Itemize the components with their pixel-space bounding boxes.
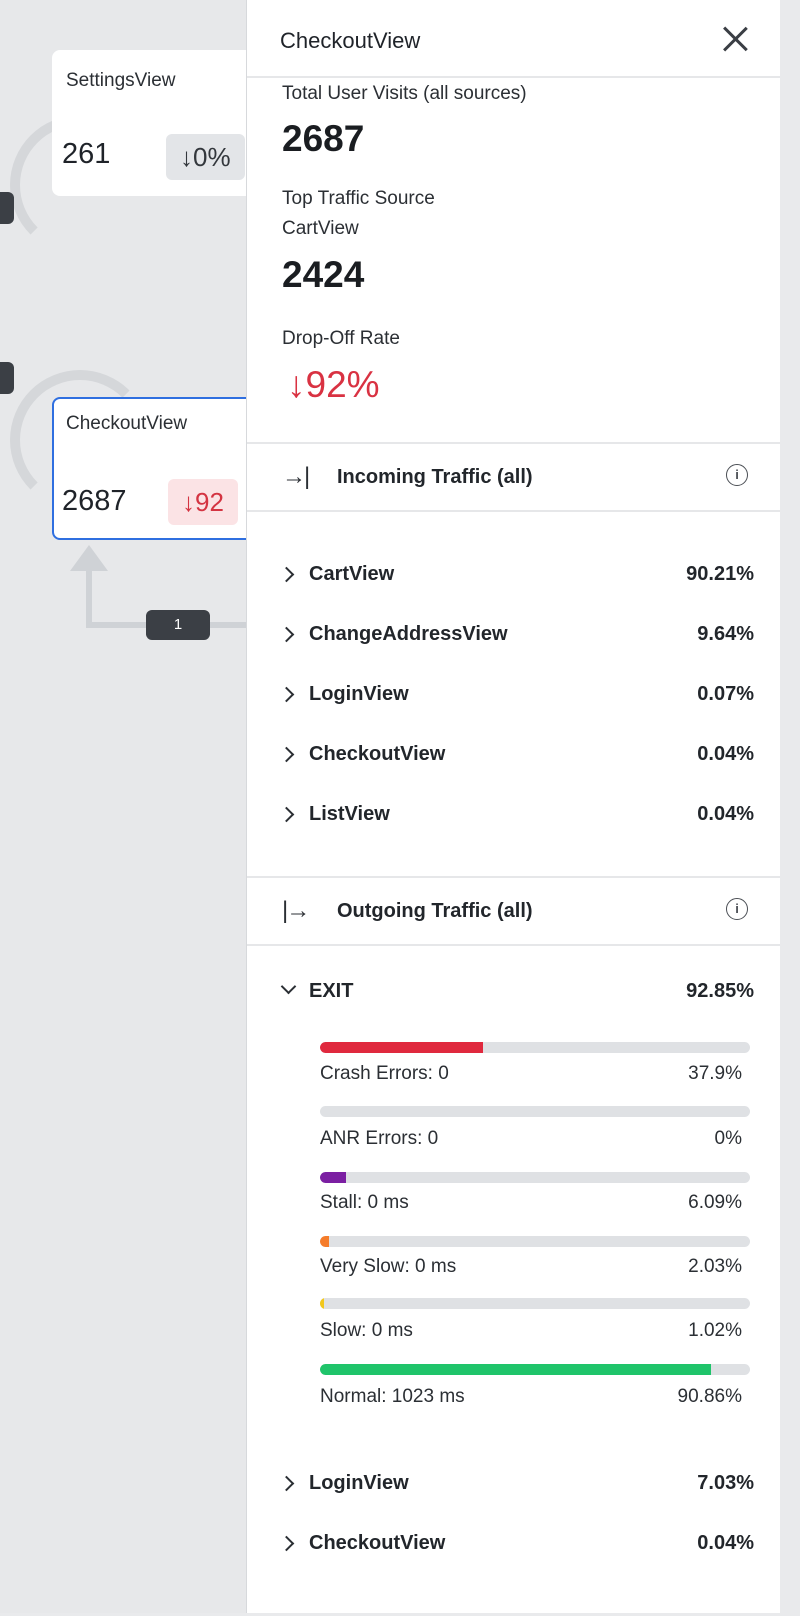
outgoing-traffic-list: EXIT 92.85% Crash Errors: 0 37.9% ANR Er… [247, 946, 780, 1616]
breakdown-percent: 2.03% [688, 1256, 742, 1277]
source-name: ListView [309, 803, 390, 825]
source-name: ChangeAddressView [309, 623, 508, 645]
source-name: LoginView [309, 683, 409, 705]
anr-errors-bar [320, 1106, 750, 1117]
bar-fill [320, 1236, 329, 1247]
stats-summary: Total User Visits (all sources) 2687 Top… [247, 78, 780, 444]
destination-percent: 92.85% [686, 980, 754, 1002]
list-item[interactable]: LoginView 7.03% [247, 1458, 780, 1508]
chevron-right-icon [278, 1475, 295, 1492]
incoming-traffic-title: Incoming Traffic (all) [337, 466, 533, 488]
chevron-right-icon [278, 806, 295, 823]
destination-name: CheckoutView [309, 1532, 446, 1554]
info-icon[interactable]: i [726, 464, 748, 486]
node-count: 2687 [62, 485, 127, 517]
chevron-right-icon [278, 1535, 295, 1552]
normal-bar [320, 1364, 750, 1375]
destination-name: LoginView [309, 1472, 409, 1494]
bar-fill [320, 1172, 347, 1183]
node-title: SettingsView [66, 70, 176, 91]
chevron-right-icon [278, 686, 295, 703]
slow-bar [320, 1298, 750, 1309]
list-item[interactable]: LoginView 0.07% [247, 669, 780, 719]
dropoff-label: Drop-Off Rate [282, 328, 400, 349]
list-item[interactable]: CheckoutView 0.04% [247, 1518, 780, 1568]
breakdown-label: ANR Errors: 0 [320, 1128, 439, 1149]
node-checkoutview[interactable]: CheckoutView 2687 ↓92 [52, 397, 250, 540]
panel-title: CheckoutView [280, 28, 421, 53]
panel-header: CheckoutView [247, 0, 780, 78]
crash-errors-bar [320, 1042, 750, 1053]
list-item[interactable]: ChangeAddressView 9.64% [247, 609, 780, 659]
chevron-right-icon [278, 566, 295, 583]
list-item-exit[interactable]: EXIT 92.85% [247, 966, 780, 1016]
top-source-label: Top Traffic Source [282, 188, 435, 209]
edge-line [86, 568, 92, 628]
outgoing-traffic-title: Outgoing Traffic (all) [337, 900, 533, 922]
breakdown-percent: 0% [714, 1128, 742, 1149]
outgoing-arrow-icon: |→ [282, 897, 310, 924]
source-percent: 0.07% [697, 683, 754, 705]
incoming-arrow-icon: →| [282, 463, 310, 490]
details-panel: CheckoutView Total User Visits (all sour… [246, 0, 780, 1613]
breakdown-label: Normal: 1023 ms [320, 1386, 465, 1407]
breakdown-label: Stall: 0 ms [320, 1192, 409, 1213]
source-percent: 0.04% [697, 743, 754, 765]
edge-handle[interactable] [0, 362, 14, 394]
chevron-down-icon [280, 978, 297, 995]
very-slow-bar [320, 1236, 750, 1247]
chevron-right-icon [278, 626, 295, 643]
chevron-right-icon [278, 746, 295, 763]
list-item[interactable]: CartView 90.21% [247, 549, 780, 599]
node-dropoff-badge: ↓0% [166, 134, 245, 180]
incoming-traffic-list: CartView 90.21% ChangeAddressView 9.64% … [247, 512, 780, 878]
source-percent: 90.21% [686, 563, 754, 585]
close-icon[interactable] [718, 22, 752, 56]
top-source-value: 2424 [282, 254, 365, 295]
breakdown-label: Crash Errors: 0 [320, 1063, 449, 1084]
destination-percent: 7.03% [697, 1472, 754, 1494]
edge-handle[interactable] [0, 192, 14, 224]
list-item[interactable]: ListView 0.04% [247, 789, 780, 839]
node-dropoff-badge: ↓92 [168, 479, 238, 525]
node-settingsview[interactable]: SettingsView 261 ↓0% [52, 50, 250, 196]
destination-name: EXIT [309, 980, 354, 1002]
dropoff-value: ↓92% [287, 364, 380, 405]
breakdown-label: Very Slow: 0 ms [320, 1256, 457, 1277]
breakdown-percent: 37.9% [688, 1063, 742, 1084]
list-item[interactable]: CheckoutView 0.04% [247, 729, 780, 779]
breakdown-percent: 90.86% [677, 1386, 742, 1407]
source-name: CheckoutView [309, 743, 446, 765]
destination-percent: 0.04% [697, 1532, 754, 1554]
bar-fill [320, 1298, 325, 1309]
breakdown-percent: 6.09% [688, 1192, 742, 1213]
source-percent: 0.04% [697, 803, 754, 825]
bar-fill [320, 1042, 483, 1053]
incoming-traffic-header[interactable]: →| Incoming Traffic (all) i [247, 444, 780, 512]
edge-count-badge[interactable]: 1 [146, 610, 210, 640]
top-source-name: CartView [282, 218, 359, 239]
outgoing-traffic-header[interactable]: |→ Outgoing Traffic (all) i [247, 878, 780, 946]
node-title: CheckoutView [66, 413, 188, 434]
total-visits-label: Total User Visits (all sources) [282, 83, 527, 104]
breakdown-label: Slow: 0 ms [320, 1320, 413, 1341]
stall-bar [320, 1172, 750, 1183]
source-percent: 9.64% [697, 623, 754, 645]
source-name: CartView [309, 563, 395, 585]
info-icon[interactable]: i [726, 898, 748, 920]
flow-canvas[interactable]: SettingsView 261 ↓0% CheckoutView 2687 ↓… [0, 0, 250, 1613]
total-visits-value: 2687 [282, 118, 365, 159]
breakdown-percent: 1.02% [688, 1320, 742, 1341]
bar-fill [320, 1364, 711, 1375]
node-count: 261 [62, 138, 111, 170]
